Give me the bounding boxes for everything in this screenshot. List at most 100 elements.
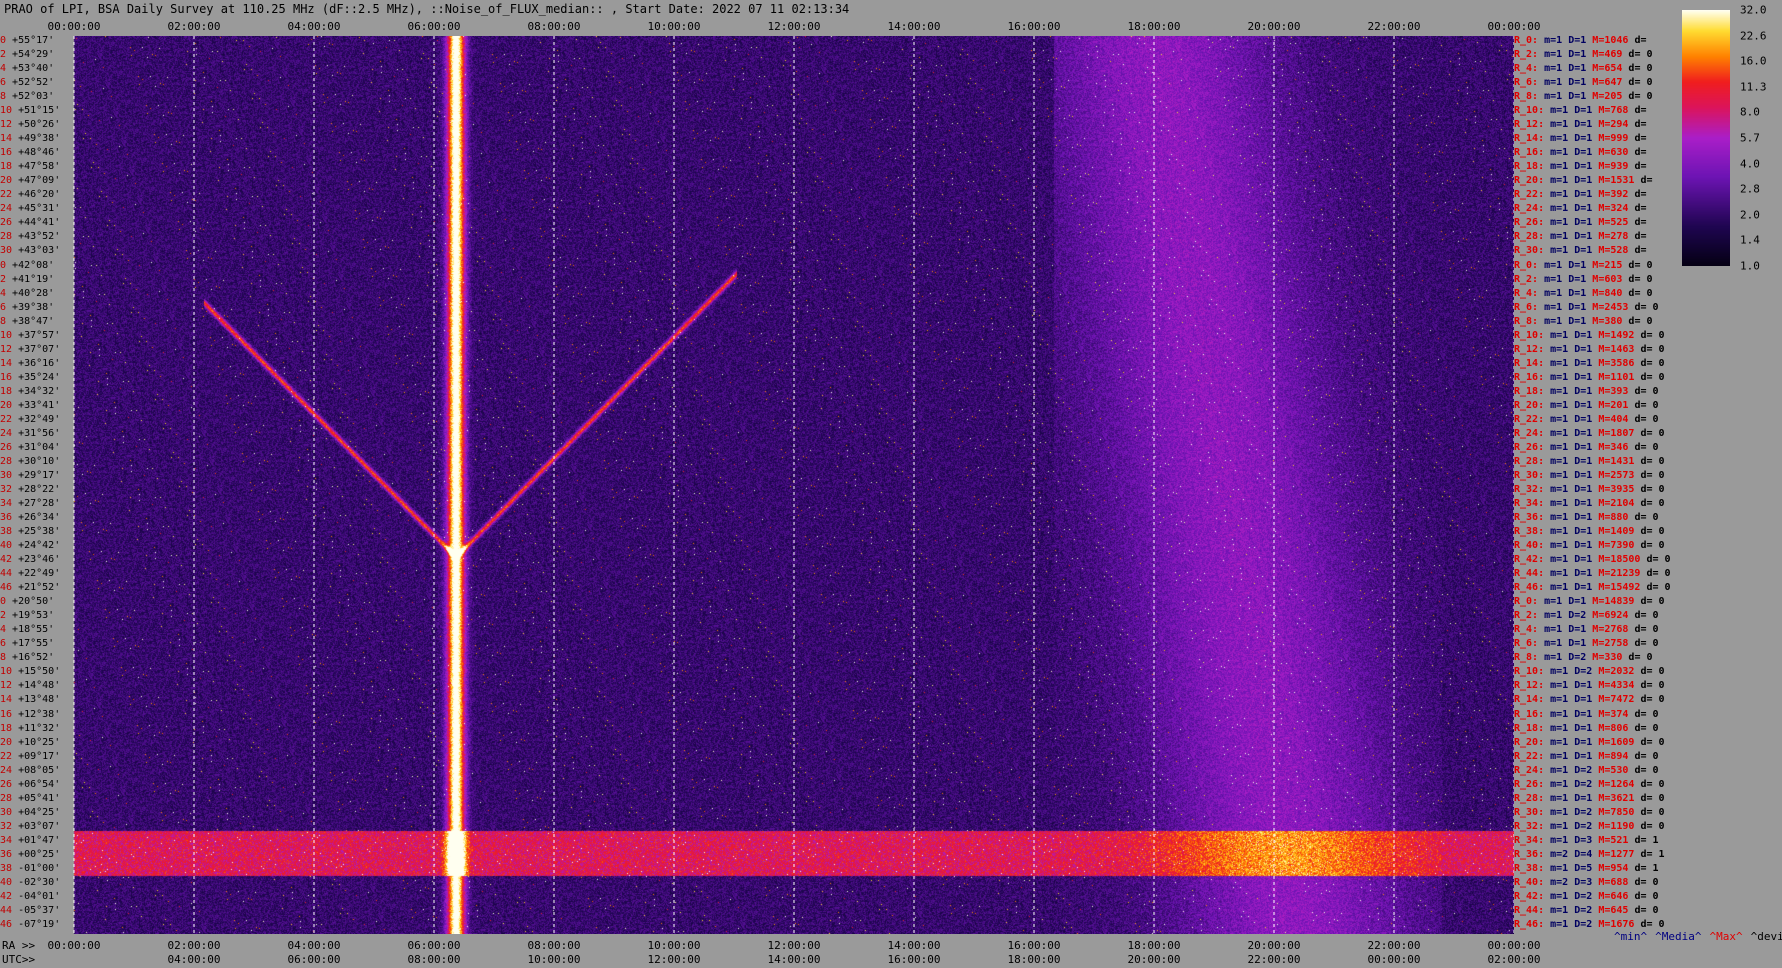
stats-dev: d= xyxy=(1634,189,1647,201)
stats-M: M=21239 xyxy=(1598,568,1647,580)
stats-row: R_12: m=1 D=1 M=1463 d= 0 xyxy=(1514,344,1665,355)
row-index: 14 xyxy=(0,357,13,369)
dec-label: 6 +17°55' xyxy=(0,639,54,649)
stats-d: D=1 xyxy=(1574,540,1599,552)
dec-value: +46°20' xyxy=(12,189,61,201)
axis-tick-label: 02:00:00 xyxy=(167,20,221,33)
stats-M: M=404 xyxy=(1598,413,1635,425)
stats-label: R_8: xyxy=(1514,91,1545,103)
axis-tick-label: 00:00:00 xyxy=(1367,953,1421,966)
row-index: 38 xyxy=(0,526,13,538)
stats-d: D=2 xyxy=(1574,778,1599,790)
axis-tick-label: 22:00:00 xyxy=(1367,20,1421,33)
declination-labels: 0 +55°17' 2 +54°29' 4 +53°40' 6 +52°52' 8 +5… xyxy=(0,36,74,934)
stats-d: D=1 xyxy=(1568,287,1593,299)
dec-label: 26 +44°41' xyxy=(0,218,60,228)
heatmap-plot[interactable] xyxy=(0,36,1514,934)
stats-label: R_36: xyxy=(1514,848,1551,860)
stats-label: R_30: xyxy=(1514,245,1551,257)
stats-M: M=2768 xyxy=(1592,624,1635,636)
row-index: 10 xyxy=(0,329,13,341)
stats-label: R_22: xyxy=(1514,750,1551,762)
stats-dev: d= 0 xyxy=(1628,652,1653,664)
stats-label: R_46: xyxy=(1514,918,1551,930)
stats-m: m=1 xyxy=(1544,624,1569,636)
colorbar-tick-label: 8.0 xyxy=(1740,105,1760,119)
stats-d: D=1 xyxy=(1574,722,1599,734)
stats-M: M=840 xyxy=(1592,287,1629,299)
dec-label: 10 +15°50' xyxy=(0,667,60,677)
stats-row: R_8: m=1 D=2 M=330 d= 0 xyxy=(1514,653,1653,663)
dec-label: 40 +24°42' xyxy=(0,541,60,551)
stats-m: m=1 xyxy=(1550,582,1575,594)
row-index: 44 xyxy=(0,904,13,916)
stats-d: D=1 xyxy=(1574,413,1599,425)
stats-row: R_2: m=1 D=2 M=6924 d= 0 xyxy=(1514,611,1659,621)
dec-value: +04°25' xyxy=(12,806,61,818)
stats-row: R_46: m=1 D=2 M=1676 d= 0 xyxy=(1514,918,1665,930)
stats-d: D=1 xyxy=(1574,329,1599,341)
stats-row: R_36: m=1 D=1 M=880 d= 0 xyxy=(1514,513,1659,523)
dec-label: 22 +46°20' xyxy=(0,190,60,200)
axis-tick-label: 10:00:00 xyxy=(527,953,581,966)
row-index: 36 xyxy=(0,848,13,860)
stats-m: m=1 xyxy=(1550,750,1575,762)
row-index: 40 xyxy=(0,540,13,552)
stats-label: R_8: xyxy=(1514,652,1545,664)
stats-row: R_42: m=1 D=1 M=18500 d= 0 xyxy=(1514,555,1671,565)
stats-d: D=1 xyxy=(1568,49,1593,61)
dec-value: +42°08' xyxy=(6,259,55,271)
stats-dev: d= 0 xyxy=(1640,469,1665,481)
stats-M: M=7850 xyxy=(1598,806,1641,818)
row-index: 12 xyxy=(0,680,13,692)
stats-m: m=1 xyxy=(1550,736,1575,748)
dec-label: 30 +29°17' xyxy=(0,470,60,481)
stats-d: D=1 xyxy=(1574,175,1599,187)
dec-value: +00°25' xyxy=(12,848,61,860)
stats-m: m=1 xyxy=(1544,273,1569,285)
dec-label: 24 +45°31' xyxy=(0,204,60,214)
stats-M: M=15492 xyxy=(1598,582,1647,594)
stats-label: R_20: xyxy=(1514,175,1551,187)
stats-M: M=939 xyxy=(1598,161,1635,173)
dec-label: 44 -05°37' xyxy=(0,904,60,916)
stats-d: D=2 xyxy=(1574,890,1599,902)
stats-dev: d= 0 xyxy=(1634,708,1659,720)
stats-dev: d= 0 xyxy=(1634,399,1659,411)
axis-tick-label: 02:00:00 xyxy=(1487,953,1541,966)
dec-label: 24 +08°05' xyxy=(0,765,60,776)
dec-value: +26°34' xyxy=(12,512,61,524)
stats-m: m=1 xyxy=(1550,385,1575,397)
dec-label: 0 +42°08' xyxy=(0,259,55,271)
stats-d: D=2 xyxy=(1574,820,1599,832)
dec-label: 6 +52°52' xyxy=(0,78,54,88)
stats-row: R_2: m=1 D=1 M=469 d= 0 xyxy=(1514,50,1653,60)
stats-label: R_8: xyxy=(1514,315,1545,327)
axis-tick-label: 06:00:00 xyxy=(407,939,461,952)
dec-value: +38°47' xyxy=(6,315,55,327)
stats-m: m=1 xyxy=(1550,105,1575,117)
stats-M: M=1676 xyxy=(1598,918,1641,930)
stats-dev: d= xyxy=(1634,119,1647,131)
stats-m: m=1 xyxy=(1550,455,1575,467)
row-index: 12 xyxy=(0,119,13,131)
stats-M: M=525 xyxy=(1598,217,1635,229)
row-index: 14 xyxy=(0,133,13,145)
stats-m: m=1 xyxy=(1550,133,1575,145)
stats-M: M=346 xyxy=(1598,441,1635,453)
dec-value: +03°07' xyxy=(12,820,61,832)
stats-row: R_22: m=1 D=1 M=894 d= 0 xyxy=(1514,750,1659,762)
stats-d: D=1 xyxy=(1568,596,1593,608)
stats-m: m=1 xyxy=(1544,301,1569,313)
stats-label: R_14: xyxy=(1514,357,1551,369)
dec-label: 30 +43°03' xyxy=(0,246,60,256)
colorbar xyxy=(1682,10,1730,266)
stats-label: R_4: xyxy=(1514,63,1545,75)
stats-M: M=18500 xyxy=(1598,554,1647,566)
dec-label: 18 +34°32' xyxy=(0,386,60,397)
row-index: 22 xyxy=(0,750,13,762)
stats-m: m=1 xyxy=(1550,119,1575,131)
stats-M: M=6924 xyxy=(1592,610,1635,622)
dec-value: +40°28' xyxy=(6,287,55,299)
stats-dev: d= 0 xyxy=(1640,484,1665,495)
